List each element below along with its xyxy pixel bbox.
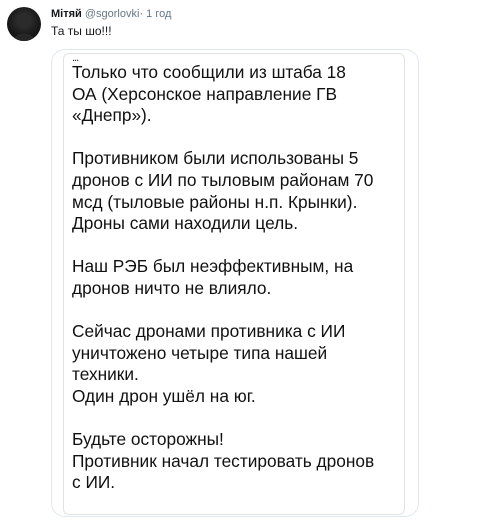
tweet-meta: Мітяй @sgorlovki· 1 год bbox=[51, 7, 171, 21]
note-line: Противником были использованы 5 bbox=[72, 148, 359, 169]
note-line: Только что сообщили из штаба 18 bbox=[72, 62, 346, 82]
image-attachment[interactable]: ... Только что сообщили из штаба 18 ОА (Х… bbox=[51, 49, 419, 517]
note-paragraph: Будьте осторожны! Противник начал тестиро… bbox=[72, 429, 402, 494]
tweet-header: Мітяй @sgorlovki· 1 год Та ты шо!!! bbox=[0, 0, 477, 48]
note-line: Наш РЭБ был неэффективным, на bbox=[72, 256, 354, 277]
note-text: ... Только что сообщили из штаба 18 ОА (Х… bbox=[72, 52, 402, 494]
author-handle[interactable]: @sgorlovki bbox=[85, 8, 140, 20]
note-line: Дроны сами находили цель. bbox=[72, 213, 299, 234]
ellipsis-text: ... bbox=[72, 52, 79, 64]
tweet-text: Та ты шо!!! bbox=[51, 24, 112, 38]
note-line: ОА (Херсонское направление ГВ bbox=[72, 83, 338, 104]
note-paragraph: Противником были использованы 5 дронов с … bbox=[72, 148, 402, 234]
note-line: уничтожено четыре типа нашей bbox=[72, 342, 328, 363]
note-line: дронов с ИИ по тыловым районам 70 bbox=[72, 169, 374, 190]
meta-separator: · bbox=[139, 8, 144, 20]
note-line: дронов ничто не влияло. bbox=[72, 277, 272, 298]
tweet-time[interactable]: 1 год bbox=[146, 8, 171, 20]
avatar-dark-icon bbox=[13, 15, 35, 41]
note-line: Противник начал тестировать дронов bbox=[72, 450, 375, 471]
note-paragraph: Сейчас дронами противника с ИИ уничтожено… bbox=[72, 321, 402, 407]
note-line: мсд (тыловые районы н.п. Крынки). bbox=[72, 191, 358, 212]
note-line: Будьте осторожны! bbox=[72, 429, 224, 450]
note-line: с ИИ. bbox=[72, 472, 116, 493]
note-paragraph: Наш РЭБ был неэффективным, на дронов ничт… bbox=[72, 256, 402, 299]
note-line: «Днепр»). bbox=[72, 105, 152, 126]
avatar[interactable] bbox=[7, 7, 41, 41]
note-screenshot: ... Только что сообщили из штаба 18 ОА (Х… bbox=[63, 53, 405, 515]
note-line: техники. bbox=[72, 364, 139, 385]
author-name[interactable]: Мітяй bbox=[51, 8, 82, 20]
note-paragraph: Только что сообщили из штаба 18 ОА (Херсо… bbox=[72, 62, 402, 127]
note-line: Сейчас дронами противника с ИИ bbox=[72, 321, 346, 342]
note-line: Один дрон ушёл на юг. bbox=[72, 385, 256, 406]
